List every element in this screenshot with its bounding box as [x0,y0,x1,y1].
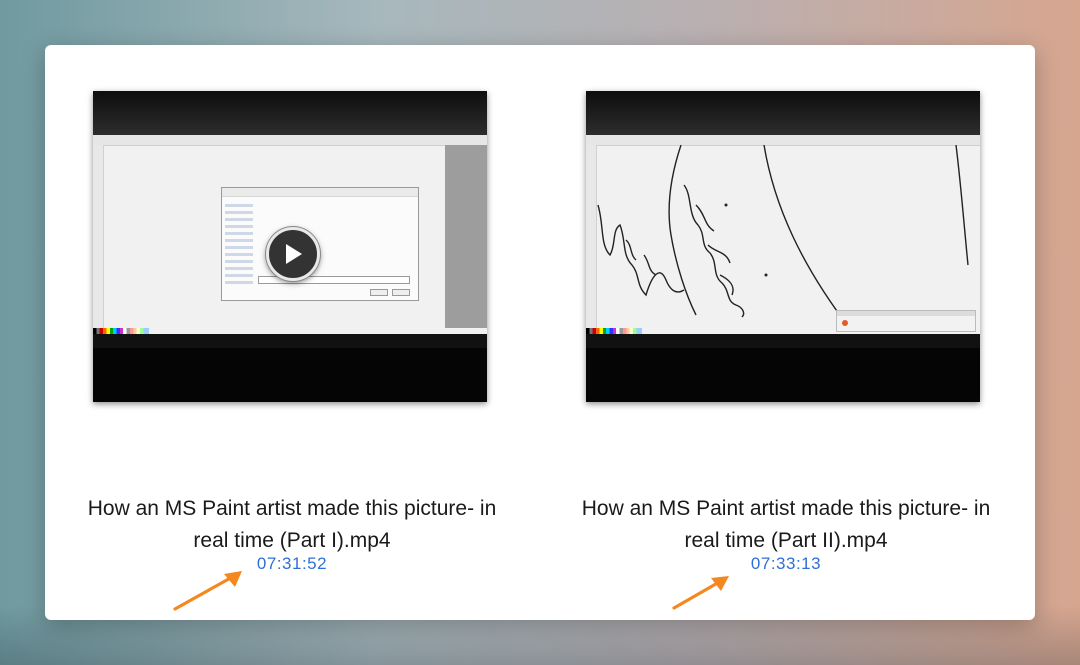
video-title-line-2: real time (Part II).mp4 [684,529,888,552]
video-thumbnail-part-2[interactable] [586,91,980,402]
thumbnail-recording-panel [836,310,976,332]
play-button[interactable] [266,227,320,281]
thumbnail-top-bar [93,91,487,135]
video-title-line-1: How an MS Paint artist made this picture… [87,497,497,520]
arrow-icon [672,576,729,610]
thumbnail-screen [586,135,980,348]
video-duration-part-1: 07:31:52 [256,554,328,573]
video-gallery-window: How an MS Paint artist made this picture… [45,45,1035,620]
thumbnail-top-bar [586,91,980,135]
thumbnail-save-dialog [221,187,419,301]
thumbnail-line-drawing [597,145,969,330]
video-thumbnail-part-1[interactable] [93,91,487,402]
video-title-line-2: real time (Part I).mp4 [193,529,391,552]
video-duration-part-2: 07:33:13 [750,554,822,573]
video-title-part-2[interactable]: How an MS Paint artist made this picture… [539,493,1033,557]
play-icon [286,244,302,264]
video-title-line-1: How an MS Paint artist made this picture… [581,497,991,520]
arrow-icon [173,571,242,611]
video-title-part-1[interactable]: How an MS Paint artist made this picture… [45,493,539,557]
